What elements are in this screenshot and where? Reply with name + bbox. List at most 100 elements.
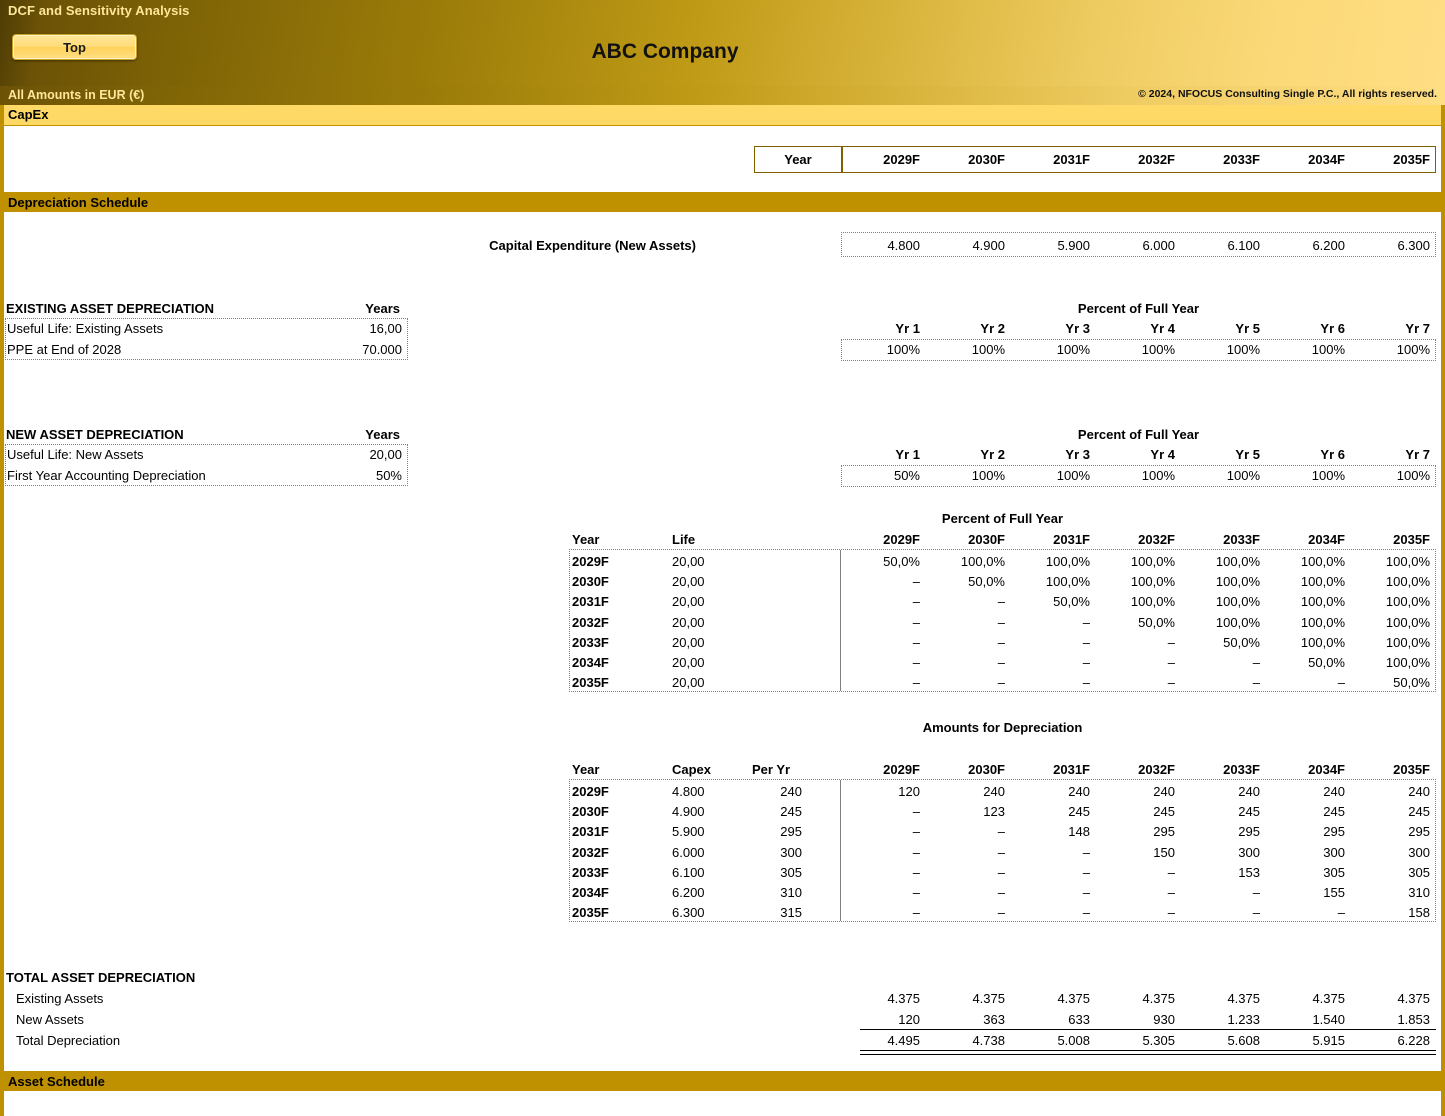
existing-asset-years-header: Years: [365, 301, 400, 316]
percent-matrix-row-life-6: 20,00: [672, 675, 705, 690]
amounts-matrix-cell-0-0: 120: [898, 784, 920, 799]
percent-matrix-row-life-5: 20,00: [672, 655, 705, 670]
amounts-matrix-cell-0-6: 240: [1408, 784, 1430, 799]
existing-percent-3[interactable]: 100%: [1096, 342, 1175, 357]
percent-matrix-row-life-4: 20,00: [672, 635, 705, 650]
existing-percent-2[interactable]: 100%: [1011, 342, 1090, 357]
percent-matrix-cell-0-5: 100,0%: [1300, 554, 1345, 569]
amounts-matrix-cell-6-1: –: [997, 905, 1005, 920]
existing-percent-4[interactable]: 100%: [1181, 342, 1260, 357]
new-percent-3[interactable]: 100%: [1096, 468, 1175, 483]
totals-cell-1-6: 1.853: [1397, 1012, 1430, 1027]
new-percent-1[interactable]: 100%: [926, 468, 1005, 483]
sheet-tab-band: [4, 105, 1441, 126]
percent-matrix-col-2035F: 2035F: [1393, 532, 1430, 547]
new-yr-header-5: Yr 6: [1320, 447, 1345, 462]
amounts-matrix-row-year-4: 2033F: [572, 865, 609, 880]
percent-matrix-row-year-2: 2031F: [572, 594, 609, 609]
new-percent-5[interactable]: 100%: [1266, 468, 1345, 483]
amounts-matrix-cell-0-1: 240: [983, 784, 1005, 799]
capex-value-6[interactable]: 6.300: [1351, 238, 1430, 253]
totals-cell-2-3: 5.305: [1142, 1033, 1175, 1048]
capex-value-1[interactable]: 4.900: [926, 238, 1005, 253]
existing-percent-1[interactable]: 100%: [926, 342, 1005, 357]
right-border-stripe: [1441, 105, 1445, 1116]
new-percent-2[interactable]: 100%: [1011, 468, 1090, 483]
amounts-matrix-cell-4-0: –: [912, 865, 920, 880]
amounts-matrix-col-2033F: 2033F: [1223, 762, 1260, 777]
amounts-matrix-cell-2-3: 295: [1153, 824, 1175, 839]
totals-row-label-2: Total Depreciation: [16, 1033, 121, 1048]
existing-percent-5[interactable]: 100%: [1266, 342, 1345, 357]
percent-matrix-cell-1-2: 100,0%: [1045, 574, 1090, 589]
percent-matrix-cell-2-2: 50,0%: [1053, 594, 1090, 609]
totals-cell-1-1: 363: [983, 1012, 1005, 1027]
new-useful-life-value[interactable]: 20,00: [300, 447, 402, 462]
percent-matrix-cell-5-1: –: [997, 655, 1005, 670]
percent-matrix-cell-2-1: –: [997, 594, 1005, 609]
existing-percent-6[interactable]: 100%: [1351, 342, 1430, 357]
amounts-matrix-cell-1-5: 245: [1323, 804, 1345, 819]
amounts-matrix-row-year-1: 2030F: [572, 804, 609, 819]
amounts-matrix-col-year: Year: [572, 762, 600, 777]
totals-cell-0-6: 4.375: [1397, 991, 1430, 1006]
new-percent-4[interactable]: 100%: [1181, 468, 1260, 483]
percent-matrix-cell-3-5: 100,0%: [1300, 615, 1345, 630]
capex-value-3[interactable]: 6.000: [1096, 238, 1175, 253]
amounts-matrix-col-2029F: 2029F: [883, 762, 920, 777]
capex-value-2[interactable]: 5.900: [1011, 238, 1090, 253]
amounts-matrix-cell-5-0: –: [912, 885, 920, 900]
amounts-matrix-row-peryr-1: 245: [780, 804, 802, 819]
amounts-matrix-col-2032F: 2032F: [1138, 762, 1175, 777]
existing-ppe-value[interactable]: 70.000: [300, 342, 402, 357]
new-yr-header-1: Yr 2: [980, 447, 1005, 462]
percent-matrix-row-year-0: 2029F: [572, 554, 609, 569]
amounts-matrix-cell-0-2: 240: [1068, 784, 1090, 799]
totals-grandtotal-rule: [860, 1050, 1436, 1055]
percent-matrix-col-2029F: 2029F: [883, 532, 920, 547]
amounts-matrix-row-year-6: 2035F: [572, 905, 609, 920]
amounts-matrix-cell-2-4: 295: [1238, 824, 1260, 839]
totals-cell-2-2: 5.008: [1057, 1033, 1090, 1048]
percent-matrix-cell-5-0: –: [912, 655, 920, 670]
year-header-2030F: 2030F: [968, 152, 1005, 167]
company-name: ABC Company: [591, 40, 739, 63]
copyright-note: © 2024, NFOCUS Consulting Single P.C., A…: [1138, 88, 1437, 100]
amounts-matrix-cell-2-6: 295: [1408, 824, 1430, 839]
amounts-matrix-row-peryr-0: 240: [780, 784, 802, 799]
capex-value-4[interactable]: 6.100: [1181, 238, 1260, 253]
existing-ppe-label: PPE at End of 2028: [7, 342, 122, 357]
capex-value-0[interactable]: 4.800: [841, 238, 920, 253]
amounts-matrix-cell-1-6: 245: [1408, 804, 1430, 819]
new-percent-6[interactable]: 100%: [1351, 468, 1430, 483]
amounts-matrix-cell-4-2: –: [1082, 865, 1090, 880]
first-year-depreciation-value[interactable]: 50%: [300, 468, 402, 483]
year-header-2031F: 2031F: [1053, 152, 1090, 167]
percent-matrix-col-2031F: 2031F: [1053, 532, 1090, 547]
amounts-matrix-cell-1-3: 245: [1153, 804, 1175, 819]
percent-matrix-cell-1-0: –: [912, 574, 920, 589]
percent-matrix-col-2033F: 2033F: [1223, 532, 1260, 547]
amounts-matrix-cell-4-1: –: [997, 865, 1005, 880]
percent-matrix-cell-6-3: –: [1167, 675, 1175, 690]
amounts-matrix-cell-3-5: 300: [1323, 845, 1345, 860]
totals-row-label-0: Existing Assets: [16, 991, 104, 1006]
totals-cell-0-5: 4.375: [1312, 991, 1345, 1006]
percent-matrix-cell-1-3: 100,0%: [1130, 574, 1175, 589]
percent-matrix-row-year-3: 2032F: [572, 615, 609, 630]
percent-matrix-cell-6-6: 50,0%: [1393, 675, 1430, 690]
amounts-matrix-col-2030F: 2030F: [968, 762, 1005, 777]
percent-matrix-cell-4-3: –: [1167, 635, 1175, 650]
totals-cell-1-3: 930: [1153, 1012, 1175, 1027]
percent-matrix-cell-2-0: –: [912, 594, 920, 609]
existing-percent-0[interactable]: 100%: [841, 342, 920, 357]
percent-matrix-row-year-5: 2034F: [572, 655, 609, 670]
percent-matrix-cell-4-4: 50,0%: [1223, 635, 1260, 650]
new-percent-0[interactable]: 50%: [841, 468, 920, 483]
capex-value-5[interactable]: 6.200: [1266, 238, 1345, 253]
existing-yr-header-2: Yr 3: [1065, 321, 1090, 336]
existing-percent-title: Percent of Full Year: [1077, 301, 1200, 316]
existing-useful-life-value[interactable]: 16,00: [300, 321, 402, 336]
amounts-matrix-cell-4-5: 305: [1323, 865, 1345, 880]
percent-matrix-cell-3-4: 100,0%: [1215, 615, 1260, 630]
